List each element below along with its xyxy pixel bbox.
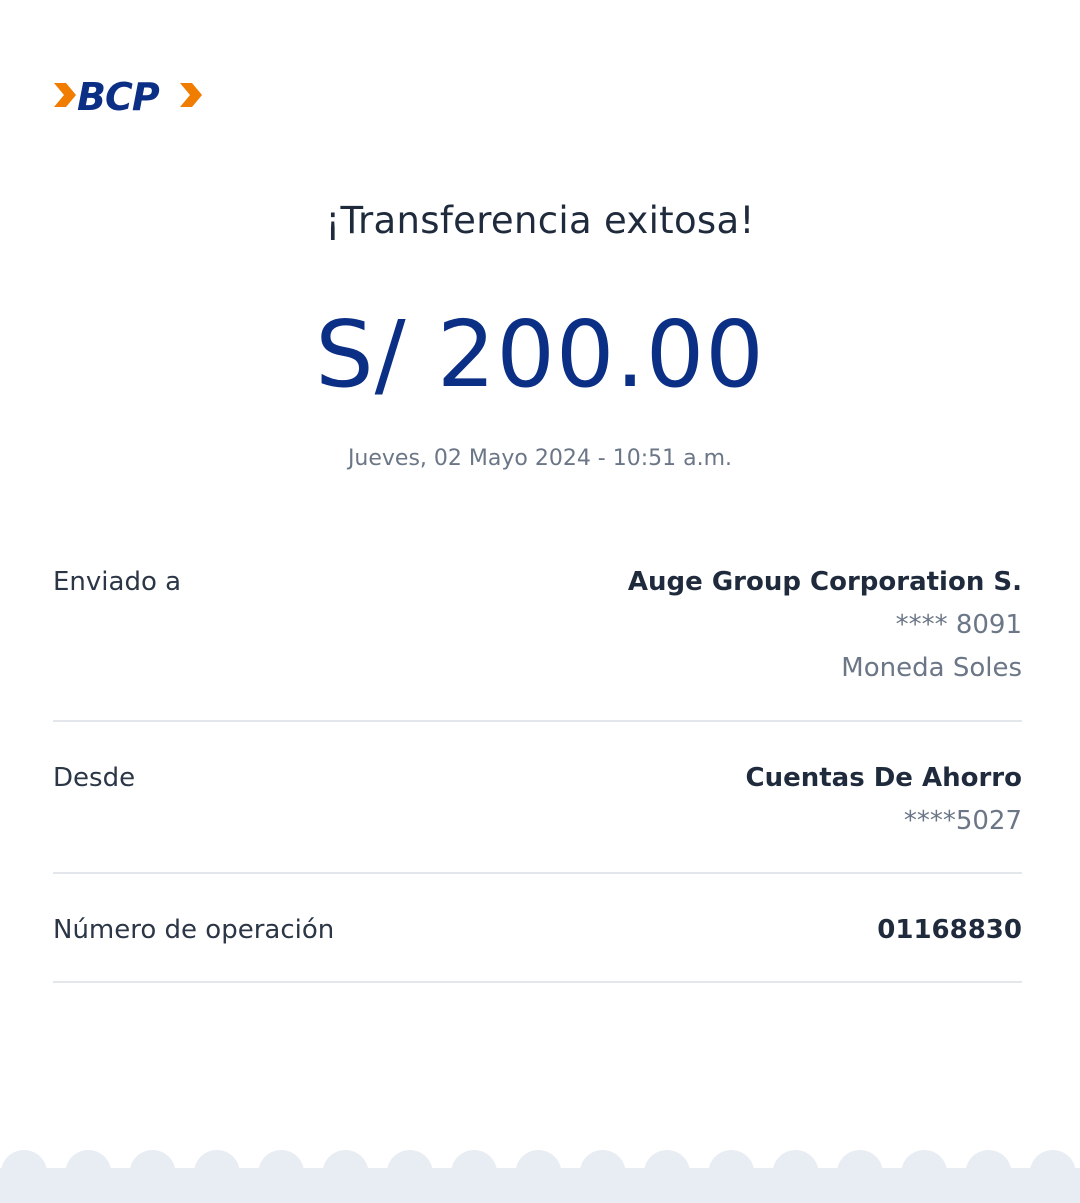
scallop-bump [322,1150,369,1196]
recipient-name: Auge Group Corporation S. [627,567,1022,597]
scallop-bump [579,1150,626,1196]
receipt-scalloped-edge [0,1150,1080,1203]
sent-to-values: Auge Group Corporation S. **** 8091 Mone… [628,565,1022,685]
scallop-bump [1029,1150,1076,1196]
scallop-bump [386,1150,433,1196]
scallop-bump [772,1150,819,1196]
bcp-logo: BCP [54,75,202,116]
scallop-bump [451,1150,498,1196]
scallop-bump [644,1150,690,1196]
scallop-bump [129,1150,176,1196]
divider [53,872,1022,874]
scallop-bump [65,1150,112,1196]
scallop-bump [258,1150,305,1196]
transfer-amount: S/ 200.00 [315,301,765,408]
source-account-type: Cuentas De Ahorro [745,763,1022,793]
recipient-currency: Moneda Soles [841,653,1022,683]
scallop-bump [193,1150,240,1196]
scallop-bump [708,1150,755,1196]
operation-values: 01168830 [877,913,1022,947]
scallop-bump [965,1150,1012,1196]
scallop-bump [515,1150,562,1196]
transfer-datetime: Jueves, 02 Mayo 2024 - 10:51 a.m. [347,446,733,471]
scallop-bump [901,1150,948,1196]
divider [53,981,1022,983]
logo-left-chevron [54,83,76,107]
source-account-number: ****5027 [903,806,1022,836]
page-title: ¡Transferencia exitosa! [325,199,755,242]
from-label: Desde [53,763,136,793]
logo-right-chevron [180,83,202,107]
scallop-bump [1,1150,47,1196]
scallop-bump [836,1150,883,1196]
recipient-account: **** 8091 [895,610,1022,640]
operation-label: Número de operación [53,915,335,945]
divider [53,720,1022,722]
operation-number: 01168830 [877,915,1022,945]
sent-to-label: Enviado a [53,567,182,597]
logo-text: BCP [77,75,160,116]
from-values: Cuentas De Ahorro ****5027 [745,761,1022,838]
